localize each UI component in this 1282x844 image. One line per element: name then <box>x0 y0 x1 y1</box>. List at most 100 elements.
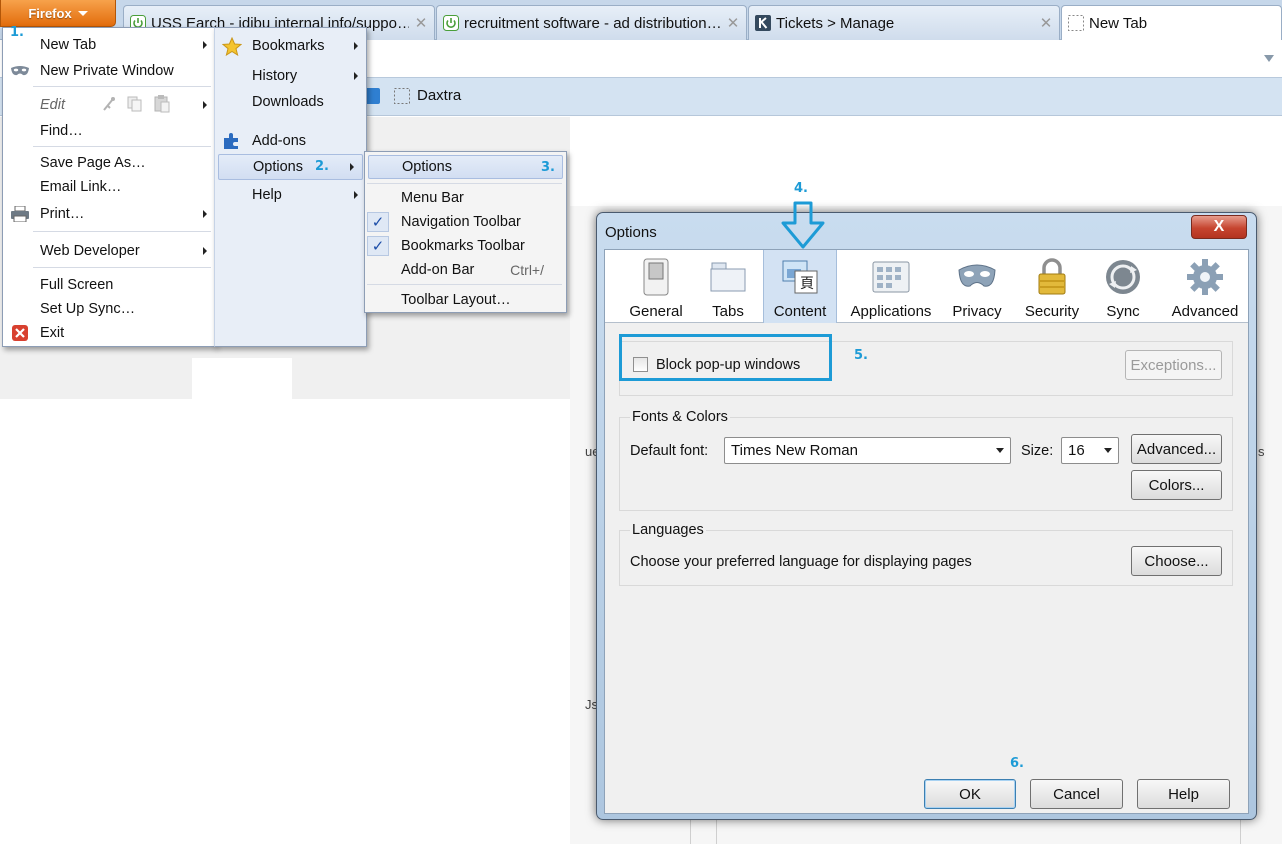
page-text-fragment: s <box>1258 444 1265 459</box>
menu-item-edit[interactable]: Edit <box>3 94 215 116</box>
menu-item-find[interactable]: Find… <box>3 120 215 142</box>
submenu-item-navigation-toolbar[interactable]: ✓ Navigation Toolbar <box>365 211 566 233</box>
default-font-select[interactable]: Times New Roman <box>724 437 1011 464</box>
menu-item-save-page-as[interactable]: Save Page As… <box>3 152 215 174</box>
checkmark-icon: ✓ <box>367 236 389 256</box>
dotted-page-icon <box>394 87 410 104</box>
pane-advanced[interactable]: Advanced <box>1163 250 1247 323</box>
help-button[interactable]: Help <box>1137 779 1230 809</box>
menu-item-new-tab[interactable]: New Tab <box>3 34 215 56</box>
ok-button[interactable]: OK <box>924 779 1016 809</box>
group-title: Languages <box>630 522 706 538</box>
menu-separator <box>367 183 562 184</box>
menu-item-exit[interactable]: Exit <box>3 322 215 344</box>
pane-general[interactable]: General <box>615 250 697 323</box>
menu-item-label: Find… <box>40 123 83 139</box>
menu-item-set-up-sync[interactable]: Set Up Sync… <box>3 298 215 320</box>
menu-item-print[interactable]: Print… <box>3 203 215 225</box>
firefox-menu-right: Bookmarks History Downloads Add-ons Opti… <box>214 27 367 347</box>
advanced-fonts-button[interactable]: Advanced... <box>1131 434 1222 464</box>
switch-icon <box>636 257 676 297</box>
submenu-item-menu-bar[interactable]: Menu Bar <box>365 187 566 209</box>
colors-button[interactable]: Colors... <box>1131 470 1222 500</box>
menu-item-label: Add-ons <box>252 133 307 149</box>
step-label-3: 3. <box>541 160 555 175</box>
pane-sync[interactable]: Sync <box>1095 250 1151 323</box>
pane-label: Content <box>773 303 827 320</box>
svg-text:頁: 頁 <box>800 276 814 292</box>
cancel-button[interactable]: Cancel <box>1030 779 1123 809</box>
chevron-right-icon <box>354 42 358 50</box>
menu-item-label: Downloads <box>252 94 324 110</box>
pane-content[interactable]: 頁 Content <box>763 250 837 323</box>
menu-item-label: Web Developer <box>40 243 140 259</box>
close-icon: X <box>1213 218 1225 235</box>
pane-applications[interactable]: Applications <box>841 250 941 323</box>
chevron-right-icon <box>203 101 207 109</box>
pane-privacy[interactable]: Privacy <box>945 250 1009 323</box>
size-label: Size: <box>1021 443 1054 459</box>
printer-icon <box>10 205 30 223</box>
bookmark-daxtra[interactable]: Daxtra <box>394 87 461 104</box>
tab-recruitment-software[interactable]: recruitment software - ad distribution… … <box>436 5 747 40</box>
menu-item-options[interactable]: Options 2. <box>218 154 363 180</box>
shortcut-label: Ctrl+/ <box>510 262 544 278</box>
menu-item-label: Print… <box>40 206 85 222</box>
menu-item-bookmarks[interactable]: Bookmarks <box>215 35 366 57</box>
puzzle-icon <box>222 132 242 150</box>
pane-label: Security <box>1024 303 1080 320</box>
chevron-right-icon <box>203 247 207 255</box>
chevron-down-icon <box>1104 448 1112 453</box>
menu-item-label: Help <box>252 187 282 203</box>
cut-icon <box>101 96 117 116</box>
mask-icon <box>10 62 30 80</box>
pane-security[interactable]: Security <box>1017 250 1087 323</box>
divider <box>690 818 691 844</box>
menu-item-downloads[interactable]: Downloads <box>215 91 366 113</box>
menu-separator <box>367 284 562 285</box>
close-button[interactable]: X <box>1191 215 1247 239</box>
close-icon[interactable]: ✕ <box>414 14 428 32</box>
menu-item-label: Options <box>402 159 452 175</box>
step-label-2: 2. <box>315 159 329 174</box>
menu-item-label: Full Screen <box>40 277 114 293</box>
step-label-4: 4. <box>794 181 808 196</box>
menu-item-history[interactable]: History <box>215 65 366 87</box>
button-label: Colors... <box>1148 476 1205 494</box>
exceptions-button[interactable]: Exceptions... <box>1125 350 1222 380</box>
submenu-item-toolbar-layout[interactable]: Toolbar Layout… <box>365 289 566 311</box>
font-size-select[interactable]: 16 <box>1061 437 1119 464</box>
firefox-menu-button[interactable]: Firefox <box>0 0 116 27</box>
pane-tabs[interactable]: Tabs <box>697 250 759 323</box>
close-icon[interactable]: ✕ <box>1039 14 1053 32</box>
choose-language-button[interactable]: Choose... <box>1131 546 1222 576</box>
menu-item-full-screen[interactable]: Full Screen <box>3 274 215 296</box>
submenu-item-add-on-bar[interactable]: Add-on Bar Ctrl+/ <box>365 259 566 281</box>
highlight-box <box>619 334 832 381</box>
menu-item-web-developer[interactable]: Web Developer <box>3 240 215 262</box>
tab-new-tab[interactable]: New Tab <box>1061 5 1282 40</box>
menu-item-label: Set Up Sync… <box>40 301 136 317</box>
button-label: Exceptions... <box>1130 356 1217 374</box>
submenu-item-options[interactable]: Options 3. <box>368 155 563 179</box>
arrow-down-icon <box>781 201 825 249</box>
chevron-down-icon <box>996 448 1004 453</box>
menu-item-help[interactable]: Help <box>215 184 366 206</box>
pane-label: Sync <box>1106 303 1140 320</box>
close-icon[interactable]: ✕ <box>726 14 740 32</box>
page-panel <box>740 128 1282 208</box>
chevron-down-icon[interactable] <box>1264 55 1274 62</box>
select-value: Times New Roman <box>731 442 858 459</box>
submenu-item-bookmarks-toolbar[interactable]: ✓ Bookmarks Toolbar <box>365 235 566 257</box>
menu-item-new-private-window[interactable]: New Private Window <box>3 60 215 82</box>
menu-item-email-link[interactable]: Email Link… <box>3 176 215 198</box>
menu-item-add-ons[interactable]: Add-ons <box>215 130 366 152</box>
paste-icon <box>153 95 171 117</box>
pane-label: General <box>629 303 683 320</box>
tab-tickets-manage[interactable]: Tickets > Manage ✕ <box>748 5 1060 40</box>
pane-label: Privacy <box>952 303 1002 320</box>
menu-item-label: New Private Window <box>40 63 174 79</box>
menu-item-label: History <box>252 68 298 84</box>
menu-item-label: Options <box>253 159 303 175</box>
step-label-5: 5. <box>854 348 868 363</box>
